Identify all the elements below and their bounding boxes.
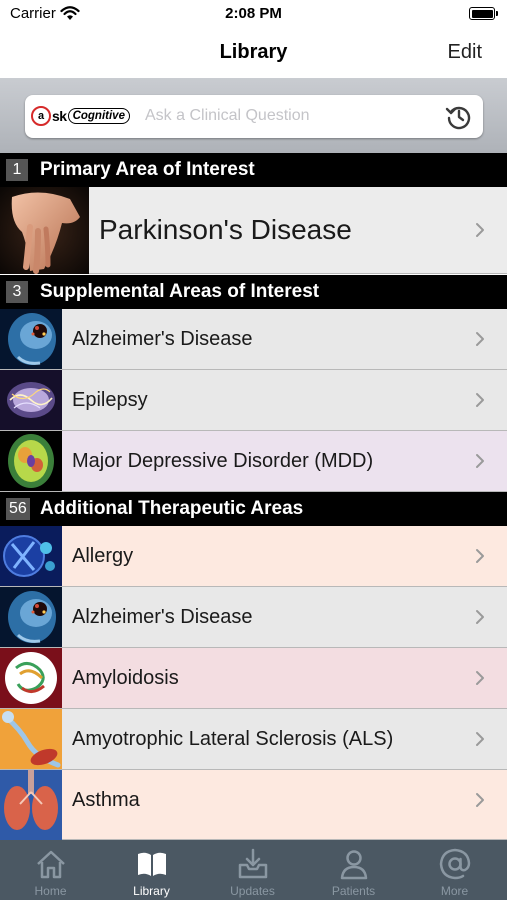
status-time: 2:08 PM bbox=[225, 5, 282, 22]
chevron-right-icon bbox=[476, 393, 484, 407]
list-item-alzheimers-additional[interactable]: Alzheimer's Disease bbox=[0, 587, 507, 648]
list-item-mdd[interactable]: Major Depressive Disorder (MDD) bbox=[0, 431, 507, 492]
row-label: Amyotrophic Lateral Sclerosis (ALS) bbox=[72, 728, 394, 750]
section-title: Supplemental Areas of Interest bbox=[40, 281, 320, 302]
row-label: Parkinson's Disease bbox=[99, 214, 352, 245]
chevron-right-icon bbox=[476, 671, 484, 685]
asthma-thumbnail bbox=[0, 770, 62, 840]
person-icon bbox=[340, 850, 368, 880]
tab-library[interactable]: Library bbox=[101, 840, 202, 900]
section-count: 3 bbox=[6, 281, 28, 303]
list-item-als[interactable]: Amyotrophic Lateral Sclerosis (ALS) bbox=[0, 709, 507, 770]
als-thumbnail bbox=[0, 709, 62, 769]
chevron-right-icon bbox=[476, 732, 484, 746]
alzheimers-thumbnail bbox=[0, 309, 62, 369]
chevron-right-icon bbox=[476, 454, 484, 468]
tab-label: More bbox=[440, 884, 469, 898]
at-sign-icon bbox=[439, 848, 471, 880]
parkinsons-thumbnail bbox=[0, 187, 89, 274]
section-title: Primary Area of Interest bbox=[40, 159, 255, 180]
section-count: 1 bbox=[6, 159, 28, 181]
alzheimers-thumbnail bbox=[0, 587, 62, 647]
tab-label: Home bbox=[34, 884, 67, 898]
search-placeholder: Ask a Clinical Question bbox=[145, 107, 310, 124]
list-item-allergy[interactable]: Allergy bbox=[0, 526, 507, 587]
section-count: 56 bbox=[6, 498, 30, 520]
navigation-bar: Library Edit bbox=[0, 28, 507, 78]
tab-home[interactable]: Home bbox=[0, 840, 101, 900]
row-label: Asthma bbox=[72, 789, 140, 811]
allergy-thumbnail bbox=[0, 526, 62, 586]
list-item-asthma[interactable]: Asthma bbox=[0, 770, 507, 840]
section-header-primary: 1 Primary Area of Interest bbox=[0, 153, 507, 187]
battery-icon bbox=[469, 7, 498, 20]
chevron-right-icon bbox=[476, 610, 484, 624]
row-label: Amyloidosis bbox=[72, 667, 179, 689]
tab-label: Patients bbox=[331, 884, 376, 898]
row-label: Major Depressive Disorder (MDD) bbox=[72, 450, 374, 472]
row-label: Allergy bbox=[72, 545, 134, 567]
edit-button[interactable]: Edit bbox=[448, 41, 482, 64]
row-label: Alzheimer's Disease bbox=[72, 328, 253, 350]
tab-label: Updates bbox=[230, 884, 275, 898]
row-label: Epilepsy bbox=[72, 389, 148, 411]
list-item-epilepsy[interactable]: Epilepsy bbox=[0, 370, 507, 431]
ask-cognitive-logo: a sk Cognitive bbox=[31, 106, 130, 126]
mdd-thumbnail bbox=[0, 431, 62, 491]
home-icon bbox=[37, 850, 65, 879]
search-input[interactable]: a sk Cognitive Ask a Clinical Question bbox=[25, 95, 483, 138]
tab-patients[interactable]: Patients bbox=[303, 840, 404, 900]
list-item-parkinsons[interactable]: Parkinson's Disease bbox=[0, 187, 507, 274]
list-item-alzheimers[interactable]: Alzheimer's Disease bbox=[0, 309, 507, 370]
logo-text-sk: sk bbox=[52, 108, 67, 124]
chevron-right-icon bbox=[476, 223, 484, 237]
amyloidosis-thumbnail bbox=[0, 648, 62, 708]
section-header-supplemental: 3 Supplemental Areas of Interest bbox=[0, 275, 507, 309]
section-title: Additional Therapeutic Areas bbox=[40, 498, 304, 519]
search-area: a sk Cognitive Ask a Clinical Question bbox=[0, 78, 507, 153]
chevron-right-icon bbox=[476, 332, 484, 346]
inbox-download-icon bbox=[238, 848, 268, 879]
epilepsy-thumbnail bbox=[0, 370, 62, 430]
page-title: Library bbox=[219, 41, 288, 63]
history-icon[interactable] bbox=[445, 103, 473, 131]
chevron-right-icon bbox=[476, 793, 484, 807]
book-icon bbox=[138, 852, 166, 876]
row-label: Alzheimer's Disease bbox=[72, 606, 253, 628]
logo-text-cognitive: Cognitive bbox=[67, 108, 130, 124]
tab-label: Library bbox=[133, 884, 170, 898]
section-header-additional: 56 Additional Therapeutic Areas bbox=[0, 492, 507, 526]
logo-letter: a bbox=[31, 106, 51, 126]
tab-more[interactable]: More bbox=[404, 840, 505, 900]
list-item-amyloidosis[interactable]: Amyloidosis bbox=[0, 648, 507, 709]
tab-bar: Home Library Updates Patients More bbox=[0, 840, 507, 900]
tab-updates[interactable]: Updates bbox=[202, 840, 303, 900]
status-bar: Carrier 2:08 PM bbox=[0, 0, 507, 28]
chevron-right-icon bbox=[476, 549, 484, 563]
